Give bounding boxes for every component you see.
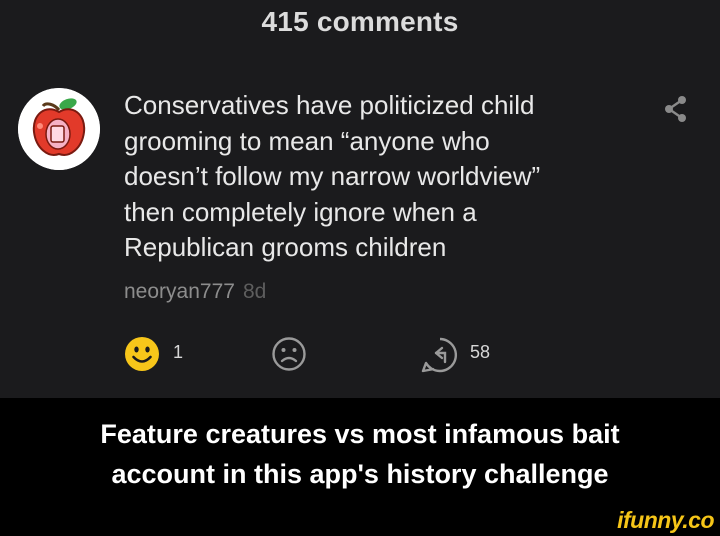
comment-username[interactable]: neoryan777	[124, 280, 235, 303]
comment-age: 8d	[242, 280, 267, 303]
user-avatar[interactable]	[18, 88, 100, 170]
frown-icon	[272, 337, 306, 371]
comments-count-title: 415 comments	[261, 6, 459, 37]
reply-icon	[421, 337, 458, 373]
share-icon	[665, 96, 686, 122]
comment-actions: 1 58	[0, 330, 720, 376]
reply-count: 58	[470, 342, 491, 362]
smile-count: 1	[173, 342, 184, 362]
apple-avatar-icon	[18, 88, 100, 170]
frown-button[interactable]	[271, 336, 307, 372]
comment-meta: neoryan777 8d	[124, 280, 266, 304]
meme-caption: Feature creatures vs most infamous bait …	[100, 419, 620, 489]
comment-text: Conservatives have politicized child gro…	[124, 90, 541, 262]
reply-button[interactable]	[420, 335, 460, 375]
smile-icon	[125, 337, 159, 371]
smile-button[interactable]	[124, 336, 160, 372]
comments-screen: 415 comments Conservatives have politici…	[0, 0, 720, 398]
ifunny-watermark: ifunny.co	[617, 507, 714, 533]
share-button[interactable]	[662, 94, 690, 124]
